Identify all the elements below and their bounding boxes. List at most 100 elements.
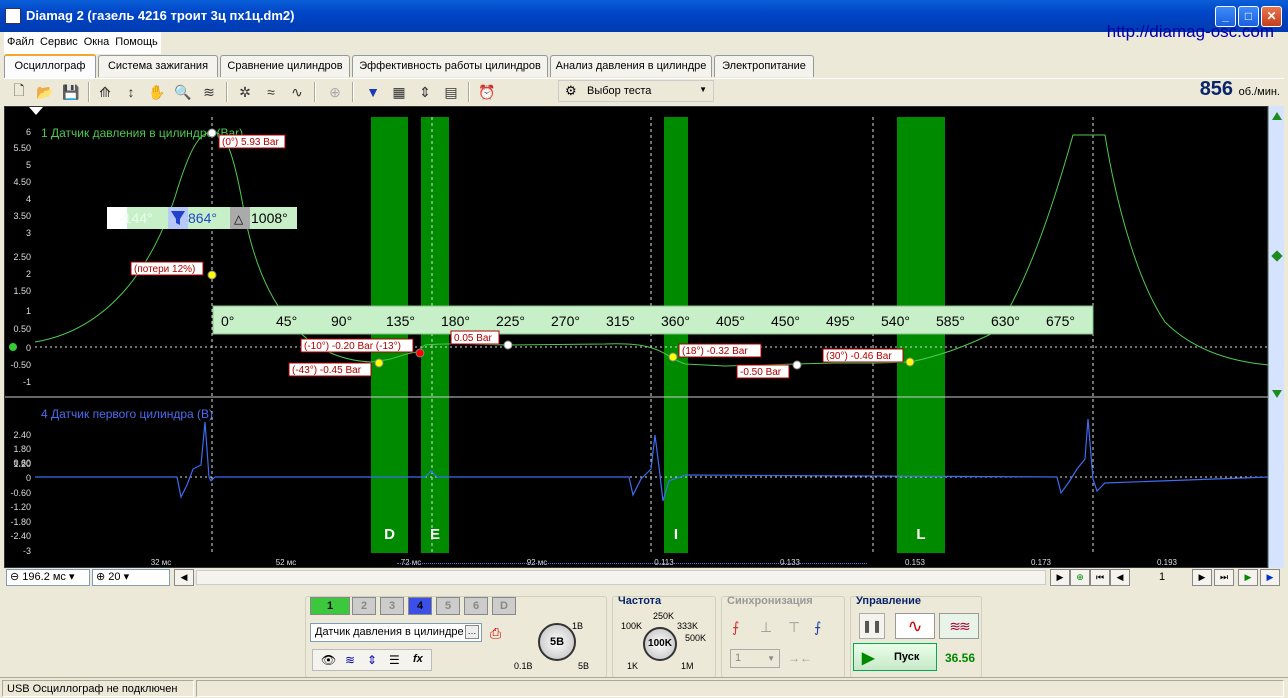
ch1-ytick-14: -1 [23, 377, 31, 387]
scroll-right-button[interactable]: ▶ [1050, 569, 1070, 586]
filter-icon[interactable]: ▼ [362, 81, 384, 103]
scroll-left-button[interactable]: ◀ [174, 569, 194, 586]
menu-item-3[interactable]: Помощь [112, 32, 161, 52]
zoom-select[interactable]: ⊕ 20 ▾ [92, 569, 170, 586]
channel-button-5[interactable]: 5 [436, 597, 460, 615]
rising-trigger-icon[interactable]: ⊥ [760, 619, 772, 636]
probe-settings-icon[interactable]: ⎙ [490, 625, 501, 642]
scope-right-scrollbar[interactable] [1268, 106, 1284, 568]
zone-label-E: E [430, 526, 440, 543]
usb-status: USB Осциллограф не подключен [2, 680, 194, 697]
website-url[interactable]: http://diamag-osc.com [1107, 22, 1274, 42]
menu-item-1[interactable]: Сервис [37, 32, 81, 52]
start-button[interactable]: ▶ Пуск [853, 643, 937, 671]
angle-tick-11: 495° [826, 313, 855, 329]
hand-tool-icon[interactable]: ✋ [146, 81, 168, 103]
channel1-bottom-marker-icon[interactable] [1272, 390, 1282, 398]
save-icon[interactable]: 💾 [60, 81, 82, 103]
tab-0[interactable]: Осциллограф [4, 54, 96, 78]
falling-trigger-icon[interactable]: ⊤ [788, 619, 800, 636]
cursor-triangle-icon [29, 107, 43, 115]
marker-dot-1 [207, 270, 217, 280]
channel-button-3[interactable]: 3 [380, 597, 404, 615]
tab-4[interactable]: Анализ давления в цилиндре [550, 55, 712, 77]
grid-icon[interactable]: ▦ [388, 81, 410, 103]
tab-1[interactable]: Система зажигания [98, 55, 218, 77]
document-icon[interactable]: ▤ [440, 81, 462, 103]
sync-title: Синхронизация [727, 595, 813, 607]
menu-item-2[interactable]: Окна [81, 32, 113, 52]
test-select-label: Выбор теста [587, 85, 652, 97]
vertical-arrows-icon[interactable]: ⇕ [367, 653, 377, 667]
signal-icon[interactable]: ≋ [345, 653, 355, 667]
menu-item-0[interactable]: Файл [4, 32, 37, 52]
zoom-icon[interactable]: 🔍 [172, 81, 194, 103]
chevron-down-icon: ▼ [767, 654, 775, 663]
channel-button-4[interactable]: 4 [408, 597, 432, 615]
more-icon[interactable]: … [465, 625, 479, 639]
first-page-button[interactable]: ⏮ [1090, 569, 1110, 586]
angle-tick-2: 90° [331, 313, 352, 329]
probe-icon[interactable]: ⟰ [94, 81, 116, 103]
tab-3[interactable]: Эффективность работы цилиндров [352, 55, 548, 77]
function-icon[interactable]: fx [413, 653, 423, 665]
sync-settings-icon[interactable]: ⨍ [814, 619, 821, 636]
auto-probe-icon[interactable]: ⊕ [324, 81, 346, 103]
freq-label-1m: 1M [681, 661, 694, 671]
pause-button[interactable]: ❚❚ [859, 613, 885, 639]
split-icon[interactable]: ⇕ [414, 81, 436, 103]
rising-edge-icon[interactable]: ⨍ [732, 619, 739, 636]
angle-tick-10: 450° [771, 313, 800, 329]
ch1-ytick-4: 4 [26, 194, 31, 204]
angle-tick-4: 180° [441, 313, 470, 329]
volt-mid-label: 1В [572, 621, 584, 631]
eye-icon[interactable]: 👁 [321, 653, 336, 667]
zone-label-L: L [916, 526, 925, 543]
channel-button-6[interactable]: 6 [464, 597, 488, 615]
next-page-button[interactable]: ▶ [1192, 569, 1212, 586]
channel-button-1[interactable]: 1 [310, 597, 350, 615]
sync-channel-select[interactable]: 1 ▼ [730, 649, 780, 668]
test-select[interactable]: ⚙ Выбор теста ▼ [558, 80, 714, 102]
noise-mode-button[interactable]: ≋≋ [939, 613, 979, 639]
layers-icon[interactable]: ≋ [198, 81, 220, 103]
sine-mode-button[interactable]: ∿ [895, 613, 935, 639]
channel-button-2[interactable]: 2 [352, 597, 376, 615]
ch1-ytick-10: 1 [26, 306, 31, 316]
volt-knob[interactable]: 5В [538, 623, 576, 661]
sync-arrows-icon[interactable]: →← [788, 651, 812, 665]
play-button[interactable]: ▶ [1238, 569, 1258, 586]
crosshair-icon[interactable]: ✲ [234, 81, 256, 103]
filter-wave-icon[interactable]: ∿ [286, 81, 308, 103]
open-folder-icon[interactable]: 📂 [34, 81, 56, 103]
zoom-value: 20 [108, 571, 121, 583]
auto-clock-icon[interactable]: ⏰ [476, 81, 498, 103]
channel-group: 123456D Датчик давления в цилиндре… ⎙ 👁 … [305, 596, 607, 678]
last-page-button[interactable]: ⏭ [1214, 569, 1234, 586]
ch4-ytick-1: 1.80 [13, 444, 31, 454]
marker-label-0: (0°) 5.93 Bar [222, 137, 279, 148]
waves-icon[interactable]: ≈ [260, 81, 282, 103]
tab-5[interactable]: Электропитание [714, 55, 814, 77]
marker-dot-5 [668, 352, 678, 362]
prev-page-button[interactable]: ◀ [1110, 569, 1130, 586]
rpm-unit: об./мин. [1238, 86, 1280, 98]
oscilloscope-display[interactable]: D E I L 6 5.50 5 4.50 4 3.50 3 2.50 2 1.50 1 0.50 0 -0.50… [4, 106, 1269, 568]
add-page-button[interactable]: ⊕ [1070, 569, 1090, 586]
channel1-top-marker-icon[interactable] [1272, 112, 1282, 120]
frequency-knob[interactable]: 100K [643, 627, 677, 661]
timebase-select[interactable]: ⊖ 196.2 мс ▾ [6, 569, 90, 586]
new-file-icon[interactable]: 🗋 [8, 81, 30, 103]
marker-label-6: -0.50 Bar [740, 367, 782, 378]
vertical-cursor-icon[interactable]: ↕ [120, 81, 142, 103]
play-forward-button[interactable]: ▶ [1260, 569, 1280, 586]
page-number[interactable]: 1 [1136, 569, 1188, 586]
horizontal-scrollbar[interactable] [196, 563, 1046, 585]
freq-label-500k: 500K [685, 633, 707, 643]
lines-icon[interactable]: ☰ [389, 653, 400, 667]
ch1-ytick-1: 5.50 [13, 143, 31, 153]
channel1-zero-marker-icon[interactable] [1271, 250, 1283, 262]
tab-2[interactable]: Сравнение цилиндров [220, 55, 350, 77]
sensor-select[interactable]: Датчик давления в цилиндре… [310, 623, 482, 642]
channel-button-D[interactable]: D [492, 597, 516, 615]
